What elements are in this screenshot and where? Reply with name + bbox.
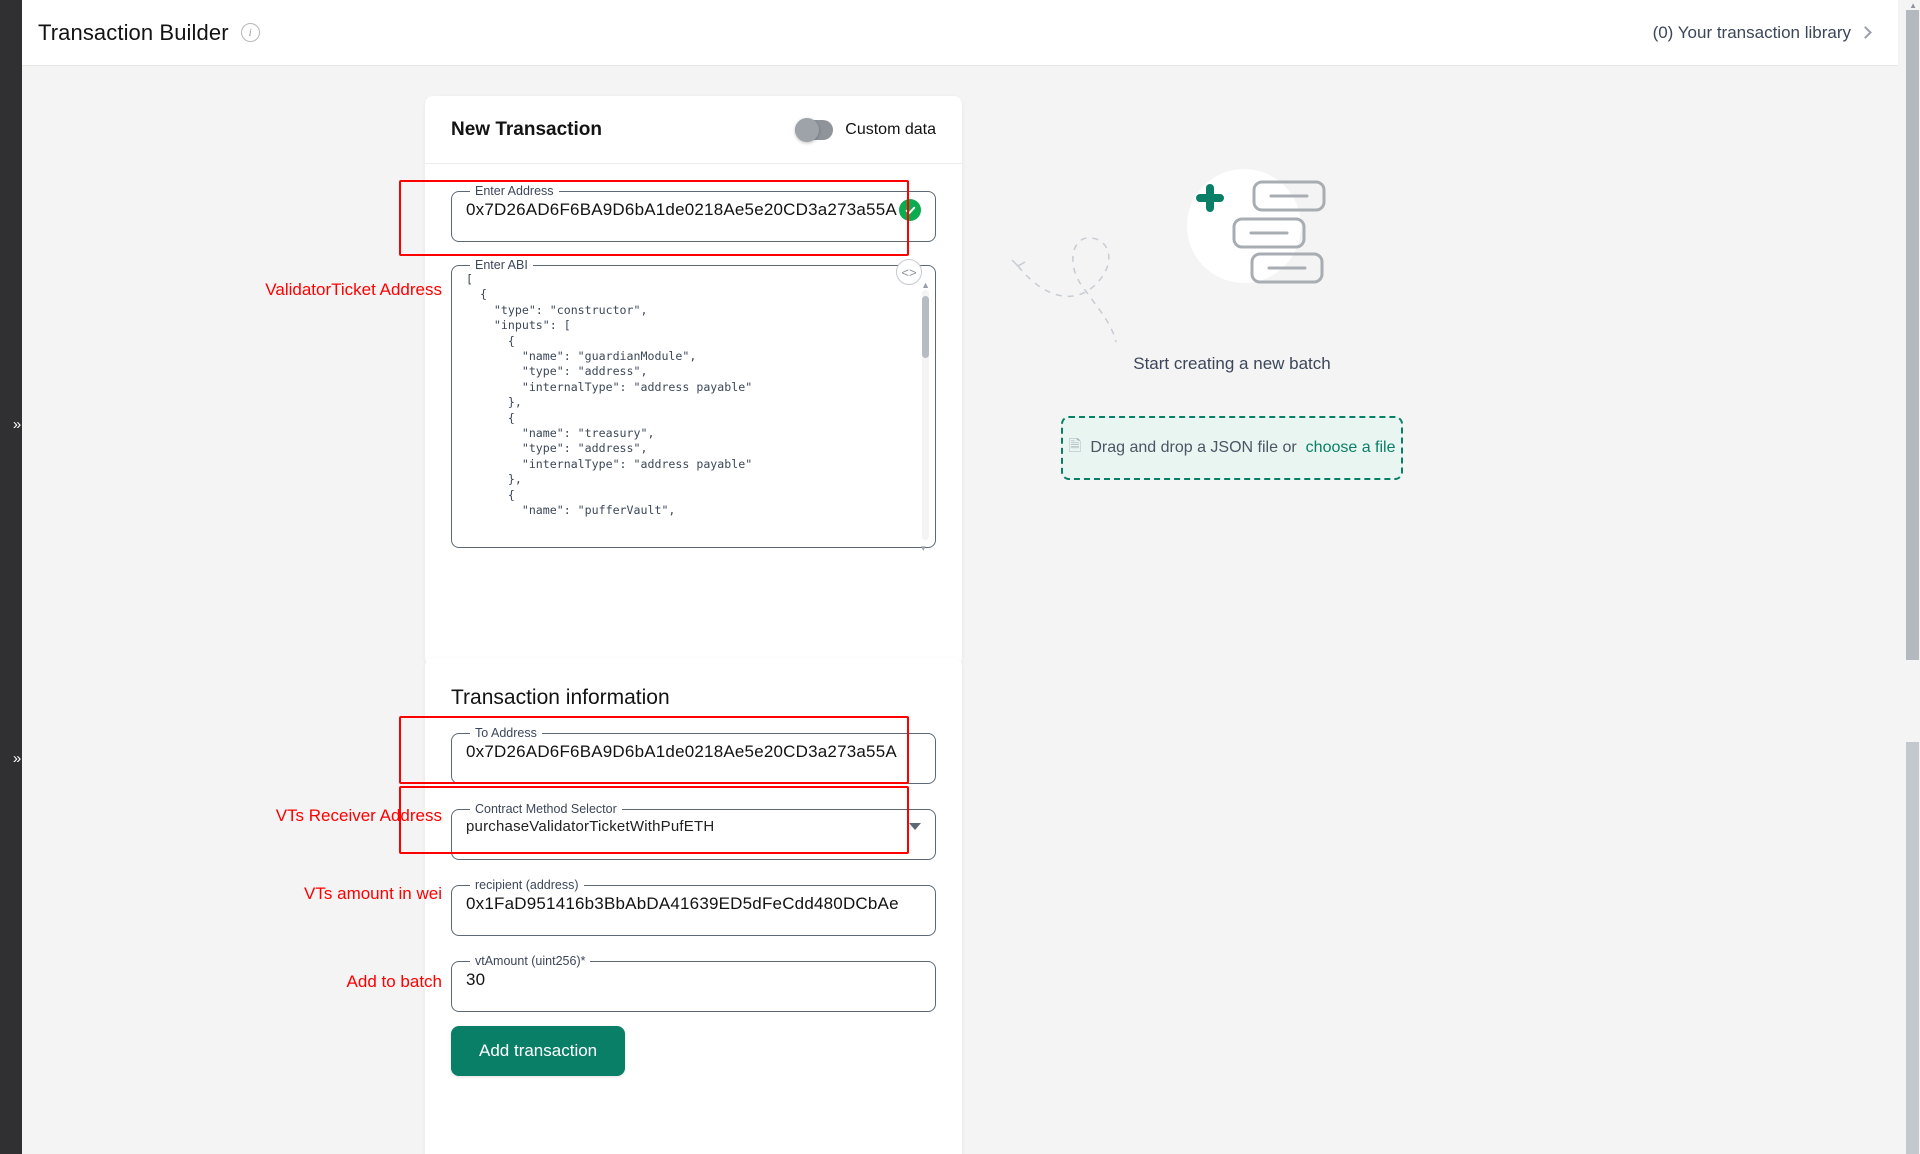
enter-address-row: 0x7D26AD6F6BA9D6bA1de0218Ae5e20CD3a273a5… [466, 198, 921, 236]
contract-method-selector-fieldset[interactable]: Contract Method Selector purchaseValidat… [451, 802, 936, 860]
custom-data-toggle-group: Custom data [795, 117, 936, 142]
transaction-library-link[interactable]: (0) Your transaction library [1652, 22, 1872, 43]
chevron-right-icon [1859, 25, 1872, 39]
custom-data-label: Custom data [845, 120, 936, 138]
json-dropzone[interactable]: 🗎 Drag and drop a JSON file or choose a … [1061, 416, 1403, 480]
enter-abi-fieldset[interactable]: Enter ABI <> [ { "type": "constructor", … [451, 258, 936, 554]
page-scroll-up-arrow[interactable]: ▲ [1909, 1, 1917, 10]
contract-method-selector-legend: Contract Method Selector [475, 802, 617, 816]
page-scrollbar-thumb-lower[interactable] [1906, 742, 1919, 1154]
left-rail [0, 0, 22, 1154]
new-batch-illustration [982, 146, 1482, 346]
vt-amount-fieldset[interactable]: vtAmount (uint256)* 30 [451, 954, 936, 1012]
app-root: » » Transaction Builder i (0) Your trans… [0, 0, 1920, 1154]
recipient-address-legend: recipient (address) [475, 878, 579, 892]
enter-abi-legend: Enter ABI [475, 258, 528, 272]
page-scrollbar[interactable]: ▲ [1905, 0, 1920, 1154]
dropzone-text: Drag and drop a JSON file or [1090, 439, 1297, 456]
custom-data-toggle[interactable] [795, 117, 834, 142]
annotation-label-vts-receiver-address: VTs Receiver Address [275, 806, 442, 825]
new-transaction-card-header: New Transaction Custom data [425, 96, 962, 164]
to-address-fieldset[interactable]: To Address 0x7D26AD6F6BA9D6bA1de0218Ae5e… [451, 726, 936, 784]
page-title: Transaction Builder [38, 19, 229, 45]
add-transaction-button[interactable]: Add transaction [451, 1026, 626, 1076]
enter-address-input[interactable]: 0x7D26AD6F6BA9D6bA1de0218Ae5e20CD3a273a5… [466, 198, 897, 236]
to-address-legend: To Address [475, 726, 537, 740]
new-transaction-card-body: Enter Address 0x7D26AD6F6BA9D6bA1de0218A… [425, 164, 962, 574]
info-icon[interactable]: i [240, 23, 260, 42]
abi-scrollbar[interactable] [921, 290, 929, 554]
transaction-information-title: Transaction information [451, 686, 670, 709]
new-transaction-title: New Transaction [451, 118, 602, 140]
transaction-information-card: Transaction information To Address 0x7D2… [425, 658, 962, 1154]
check-circle-icon [899, 199, 921, 221]
new-batch-illustration-svg [1011, 169, 1326, 343]
header-left-group: Transaction Builder i [38, 20, 260, 46]
choose-a-file-link[interactable]: choose a file [1306, 439, 1396, 457]
recipient-address-input[interactable]: 0x1FaD951416b3BbAbDA41639ED5dFeCdd480DCb… [466, 892, 921, 930]
annotation-label-validator-ticket-address: ValidatorTicket Address [265, 280, 442, 299]
abi-scroll-up-arrow[interactable]: ▲ [921, 280, 930, 290]
new-batch-caption: Start creating a new batch [1133, 354, 1331, 373]
vt-amount-input[interactable]: 30 [466, 968, 921, 1006]
to-address-input[interactable]: 0x7D26AD6F6BA9D6bA1de0218Ae5e20CD3a273a5… [466, 740, 921, 778]
enter-abi-textarea[interactable]: [ { "type": "constructor", "inputs": [ {… [466, 272, 921, 524]
app-header: Transaction Builder i (0) Your transacti… [22, 0, 1898, 66]
recipient-address-fieldset[interactable]: recipient (address) 0x1FaD951416b3BbAbDA… [451, 878, 936, 936]
contract-method-selector-value[interactable]: purchaseValidatorTicketWithPufETH [466, 816, 714, 851]
annotation-label-add-to-batch: Add to batch [346, 972, 442, 991]
transaction-library-label: (0) Your transaction library [1652, 22, 1851, 42]
vt-amount-legend: vtAmount (uint256)* [475, 954, 586, 968]
empty-batch-panel: Start creating a new batch 🗎 Drag and dr… [982, 146, 1482, 480]
code-brackets-icon[interactable]: <> [896, 259, 922, 285]
transaction-information-body: To Address 0x7D26AD6F6BA9D6bA1de0218Ae5e… [425, 714, 962, 1012]
file-icon: 🗎 [1068, 437, 1082, 455]
main-canvas: New Transaction Custom data Enter Addres… [22, 66, 1898, 1154]
enter-address-fieldset[interactable]: Enter Address 0x7D26AD6F6BA9D6bA1de0218A… [451, 184, 936, 242]
enter-address-legend: Enter Address [475, 184, 554, 198]
new-transaction-card: New Transaction Custom data Enter Addres… [425, 96, 962, 666]
page-scrollbar-thumb[interactable] [1906, 10, 1919, 660]
contract-method-selector-row: purchaseValidatorTicketWithPufETH [466, 816, 921, 851]
annotation-label-vts-amount: VTs amount in wei [304, 884, 442, 903]
chevron-down-icon[interactable] [909, 823, 921, 830]
